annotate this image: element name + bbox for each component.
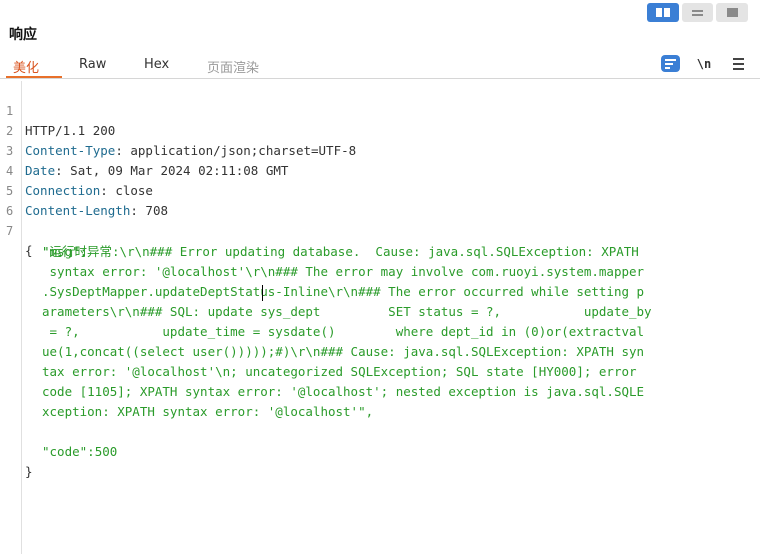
json-key-code: "code": <box>42 444 95 459</box>
header-separator: : <box>130 203 146 218</box>
side-by-side-view-button[interactable] <box>647 3 679 22</box>
header-separator: : <box>115 143 131 158</box>
text-cursor <box>262 285 263 301</box>
menu-icon[interactable] <box>729 55 747 72</box>
header-separator: : <box>100 183 116 198</box>
rows-icon <box>692 9 703 16</box>
status-line: HTTP/1.1 200 <box>25 123 116 138</box>
tab-hex[interactable]: Hex <box>144 57 169 72</box>
pretty-print-icon[interactable] <box>661 55 680 72</box>
header-value: Sat, 09 Mar 2024 02:11:08 GMT <box>70 163 289 178</box>
header-separator: : <box>55 163 71 178</box>
tab-pretty[interactable]: 美化 <box>13 57 39 76</box>
code-line: 7 { <box>0 201 33 258</box>
json-msg-value: tax error: '@localhost'\n; uncategorized… <box>42 364 637 379</box>
json-msg-value: code [1105]; XPATH syntax error: '@local… <box>42 384 645 399</box>
code-line: 4 Connection: close <box>0 141 153 198</box>
json-msg-value: ue(1,concat((select user()))));#)\r\n###… <box>42 344 645 359</box>
json-line: } <box>0 442 33 479</box>
json-msg-value: arameters\r\n### SQL: update sys_dept SE… <box>42 304 652 319</box>
code-line: 3 Date: Sat, 09 Mar 2024 02:11:08 GMT <box>0 121 288 178</box>
hamburger-glyph <box>732 57 744 70</box>
json-msg-value: syntax error: '@localhost'\r\n### The er… <box>42 264 645 279</box>
tab-raw[interactable]: Raw <box>79 57 106 72</box>
header-name: Connection <box>25 183 101 198</box>
header-name: Content-Length <box>25 203 131 218</box>
active-tab-indicator <box>6 76 62 78</box>
view-mode-toggle <box>647 3 749 22</box>
stacked-view-button[interactable] <box>681 3 714 22</box>
header-name: Content-Type <box>25 143 116 158</box>
panel-title: 响应 <box>9 27 37 43</box>
columns-icon <box>655 8 670 17</box>
response-editor[interactable]: 1 HTTP/1.1 200 2 Content-Type: applicati… <box>0 81 760 554</box>
code-line: 5 Content-Length: 708 <box>0 161 168 218</box>
tab-bar: 美化 Raw Hex 页面渲染 <box>0 53 760 79</box>
header-value: close <box>115 183 153 198</box>
single-view-button[interactable] <box>716 3 749 22</box>
code-line: 2 Content-Type: application/json;charset… <box>0 101 356 158</box>
json-msg-value: = ?, update_time = sysdate() where dept_… <box>42 324 645 339</box>
tab-render[interactable]: 页面渲染 <box>207 57 259 76</box>
header-value: 708 <box>145 203 168 218</box>
panel-icon <box>726 8 738 17</box>
pretty-print-glyph <box>665 58 676 69</box>
code-line: 6 <box>0 181 30 218</box>
close-brace: } <box>25 464 33 479</box>
json-msg-value: "运行时异常:\r\n### Error updating database. … <box>42 244 639 259</box>
json-code-value: 500 <box>94 444 118 459</box>
code-line: 1 HTTP/1.1 200 <box>0 81 115 138</box>
json-line: "code":500 <box>0 422 117 459</box>
json-msg-value: .SysDeptMapper.updateDeptStatus-Inline\r… <box>42 284 645 299</box>
json-msg-value: xception: XPATH syntax error: '@localhos… <box>42 404 374 419</box>
json-line: "msg": <box>0 222 87 259</box>
header-value: application/json;charset=UTF-8 <box>130 143 357 158</box>
newline-toggle-button[interactable]: \n <box>695 55 713 72</box>
